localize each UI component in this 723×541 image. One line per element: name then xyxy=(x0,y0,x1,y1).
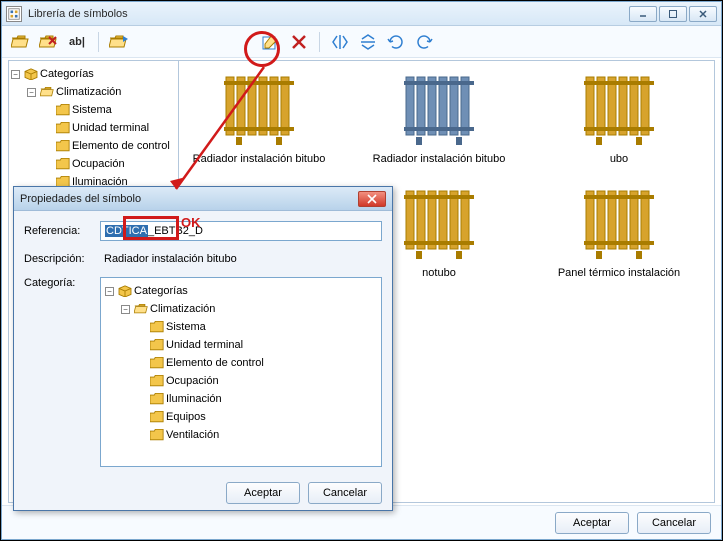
open-folder-button[interactable] xyxy=(8,30,32,54)
tree-leaf[interactable]: Elemento de control xyxy=(43,137,176,155)
category-label: Categoría: xyxy=(24,277,94,467)
description-label: Descripción: xyxy=(24,253,94,265)
rotate-ccw-button[interactable] xyxy=(412,30,436,54)
symbol-thumbnail xyxy=(400,185,478,263)
flip-horizontal-button[interactable] xyxy=(328,30,352,54)
tree-leaf[interactable]: Ocupación xyxy=(43,155,176,173)
reference-input-selection: CDTICA xyxy=(105,225,148,237)
symbol-label: Radiador instalación bitubo xyxy=(193,153,326,165)
symbol-item[interactable]: Radiador instalación bitubo xyxy=(189,71,329,165)
dialog-accept-button[interactable]: Aceptar xyxy=(226,482,300,504)
symbol-label: notubo xyxy=(422,267,456,279)
symbol-thumbnail xyxy=(220,71,298,149)
dialog-category-tree[interactable]: −Categorías−ClimatizaciónSistemaUnidad t… xyxy=(100,277,382,467)
edit-button[interactable] xyxy=(259,30,283,54)
symbol-item[interactable]: Panel térmico instalación xyxy=(549,185,689,291)
cancel-button[interactable]: Cancelar xyxy=(637,512,711,534)
tree-root[interactable]: −Categorías xyxy=(105,282,377,300)
tree-leaf[interactable]: Elemento de control xyxy=(137,354,377,372)
symbol-thumbnail xyxy=(580,185,658,263)
titlebar: Librería de símbolos xyxy=(2,2,721,26)
dialog-title: Propiedades del símbolo xyxy=(20,193,358,205)
dialog-close-button[interactable] xyxy=(358,191,386,207)
toolbar-divider xyxy=(98,32,99,52)
reference-input-rest: _EBTB2_D xyxy=(148,225,203,237)
tree-root[interactable]: −Categorías xyxy=(11,65,176,83)
tree-leaf[interactable]: Iluminación xyxy=(137,390,377,408)
rename-button[interactable]: ab| xyxy=(64,30,90,54)
maximize-button[interactable] xyxy=(659,6,687,22)
tree-branch[interactable]: −Climatización xyxy=(27,83,176,101)
dialog-cancel-button[interactable]: Cancelar xyxy=(308,482,382,504)
tree-branch[interactable]: −Climatización xyxy=(121,300,377,318)
accept-button[interactable]: Aceptar xyxy=(555,512,629,534)
window-title: Librería de símbolos xyxy=(28,8,629,20)
dialog-button-bar: Aceptar Cancelar xyxy=(14,476,392,510)
dialog-body: Referencia: CDTICA_EBTB2_D Descripción: … xyxy=(14,211,392,467)
toolbar: ab| xyxy=(2,26,721,58)
symbol-label: Radiador instalación bitubo xyxy=(373,153,506,165)
rotate-cw-button[interactable] xyxy=(384,30,408,54)
description-value: Radiador instalación bitubo xyxy=(100,249,382,269)
dialog-titlebar: Propiedades del símbolo xyxy=(14,187,392,211)
tree-leaf[interactable]: Ventilación xyxy=(137,426,377,444)
reference-label: Referencia: xyxy=(24,225,94,237)
folder-properties-button[interactable] xyxy=(107,30,131,54)
symbol-thumbnail xyxy=(580,71,658,149)
delete-button[interactable] xyxy=(287,30,311,54)
symbol-item[interactable]: Radiador instalación bitubo xyxy=(369,71,509,165)
minimize-button[interactable] xyxy=(629,6,657,22)
app-icon xyxy=(6,6,22,22)
tree-leaf[interactable]: Unidad terminal xyxy=(43,119,176,137)
flip-vertical-button[interactable] xyxy=(356,30,380,54)
tree-leaf[interactable]: Ocupación xyxy=(137,372,377,390)
toolbar-divider-2 xyxy=(319,32,320,52)
symbol-thumbnail xyxy=(400,71,478,149)
tree-leaf[interactable]: Equipos xyxy=(137,408,377,426)
delete-folder-button[interactable] xyxy=(36,30,60,54)
tree-leaf[interactable]: Unidad terminal xyxy=(137,336,377,354)
symbol-label: ubo xyxy=(610,153,628,165)
close-button[interactable] xyxy=(689,6,717,22)
symbol-label: Panel térmico instalación xyxy=(558,267,680,279)
symbol-item[interactable]: ubo xyxy=(549,71,689,165)
symbol-properties-dialog: Propiedades del símbolo Referencia: CDTI… xyxy=(13,186,393,511)
window-controls xyxy=(629,6,717,22)
tree-leaf[interactable]: Sistema xyxy=(43,101,176,119)
reference-input[interactable]: CDTICA_EBTB2_D xyxy=(100,221,382,241)
tree-leaf[interactable]: Sistema xyxy=(137,318,377,336)
